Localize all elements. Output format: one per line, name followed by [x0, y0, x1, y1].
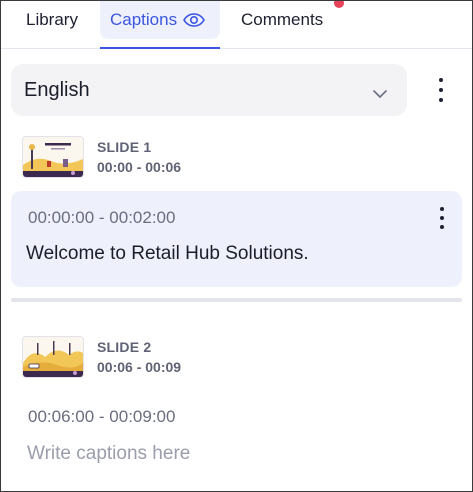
- tab-comments-label: Comments: [241, 10, 324, 29]
- active-tab-indicator: [100, 47, 220, 49]
- eye-icon: [183, 13, 206, 27]
- slide-1-meta: SLIDE 1 00:00 - 00:06: [97, 139, 181, 175]
- caption-card-active[interactable]: [11, 191, 462, 287]
- caption-2-input[interactable]: Write captions here: [27, 443, 190, 465]
- slide-1-range: 00:00 - 00:06: [97, 159, 182, 175]
- language-select-value: English: [24, 78, 90, 101]
- tab-bar: Library Captions Comments: [1, 1, 472, 49]
- tab-library-label: Library: [26, 10, 78, 29]
- notification-dot: [334, 1, 344, 8]
- caption-1-time[interactable]: 00:00:00 - 00:02:00: [28, 208, 175, 228]
- tab-captions[interactable]: Captions: [100, 1, 220, 39]
- slide-2-thumbnail[interactable]: [23, 337, 83, 377]
- chevron-down-icon: [373, 82, 387, 105]
- slide-2-label: SLIDE 2: [97, 339, 152, 355]
- divider: [11, 298, 462, 302]
- caption-2-time[interactable]: 00:06:00 - 00:09:00: [28, 407, 175, 427]
- language-select[interactable]: English: [11, 64, 407, 116]
- slide-1-thumbnail[interactable]: [23, 137, 83, 177]
- more-options-icon[interactable]: [435, 78, 447, 102]
- slide-2-meta: SLIDE 2 00:06 - 00:09: [97, 339, 181, 375]
- caption-1-text[interactable]: Welcome to Retail Hub Solutions.: [26, 243, 309, 265]
- slide-2-range: 00:06 - 00:09: [97, 359, 182, 375]
- captions-panel: Library Captions Comments English SLIDE …: [0, 0, 473, 492]
- tab-captions-label: Captions: [110, 10, 178, 29]
- tab-comments[interactable]: Comments: [241, 1, 323, 39]
- caption-options-icon[interactable]: [436, 207, 448, 229]
- slide-1-label: SLIDE 1: [97, 139, 152, 155]
- thumbnail-title-bar: [45, 143, 71, 146]
- tab-library[interactable]: Library: [26, 1, 78, 39]
